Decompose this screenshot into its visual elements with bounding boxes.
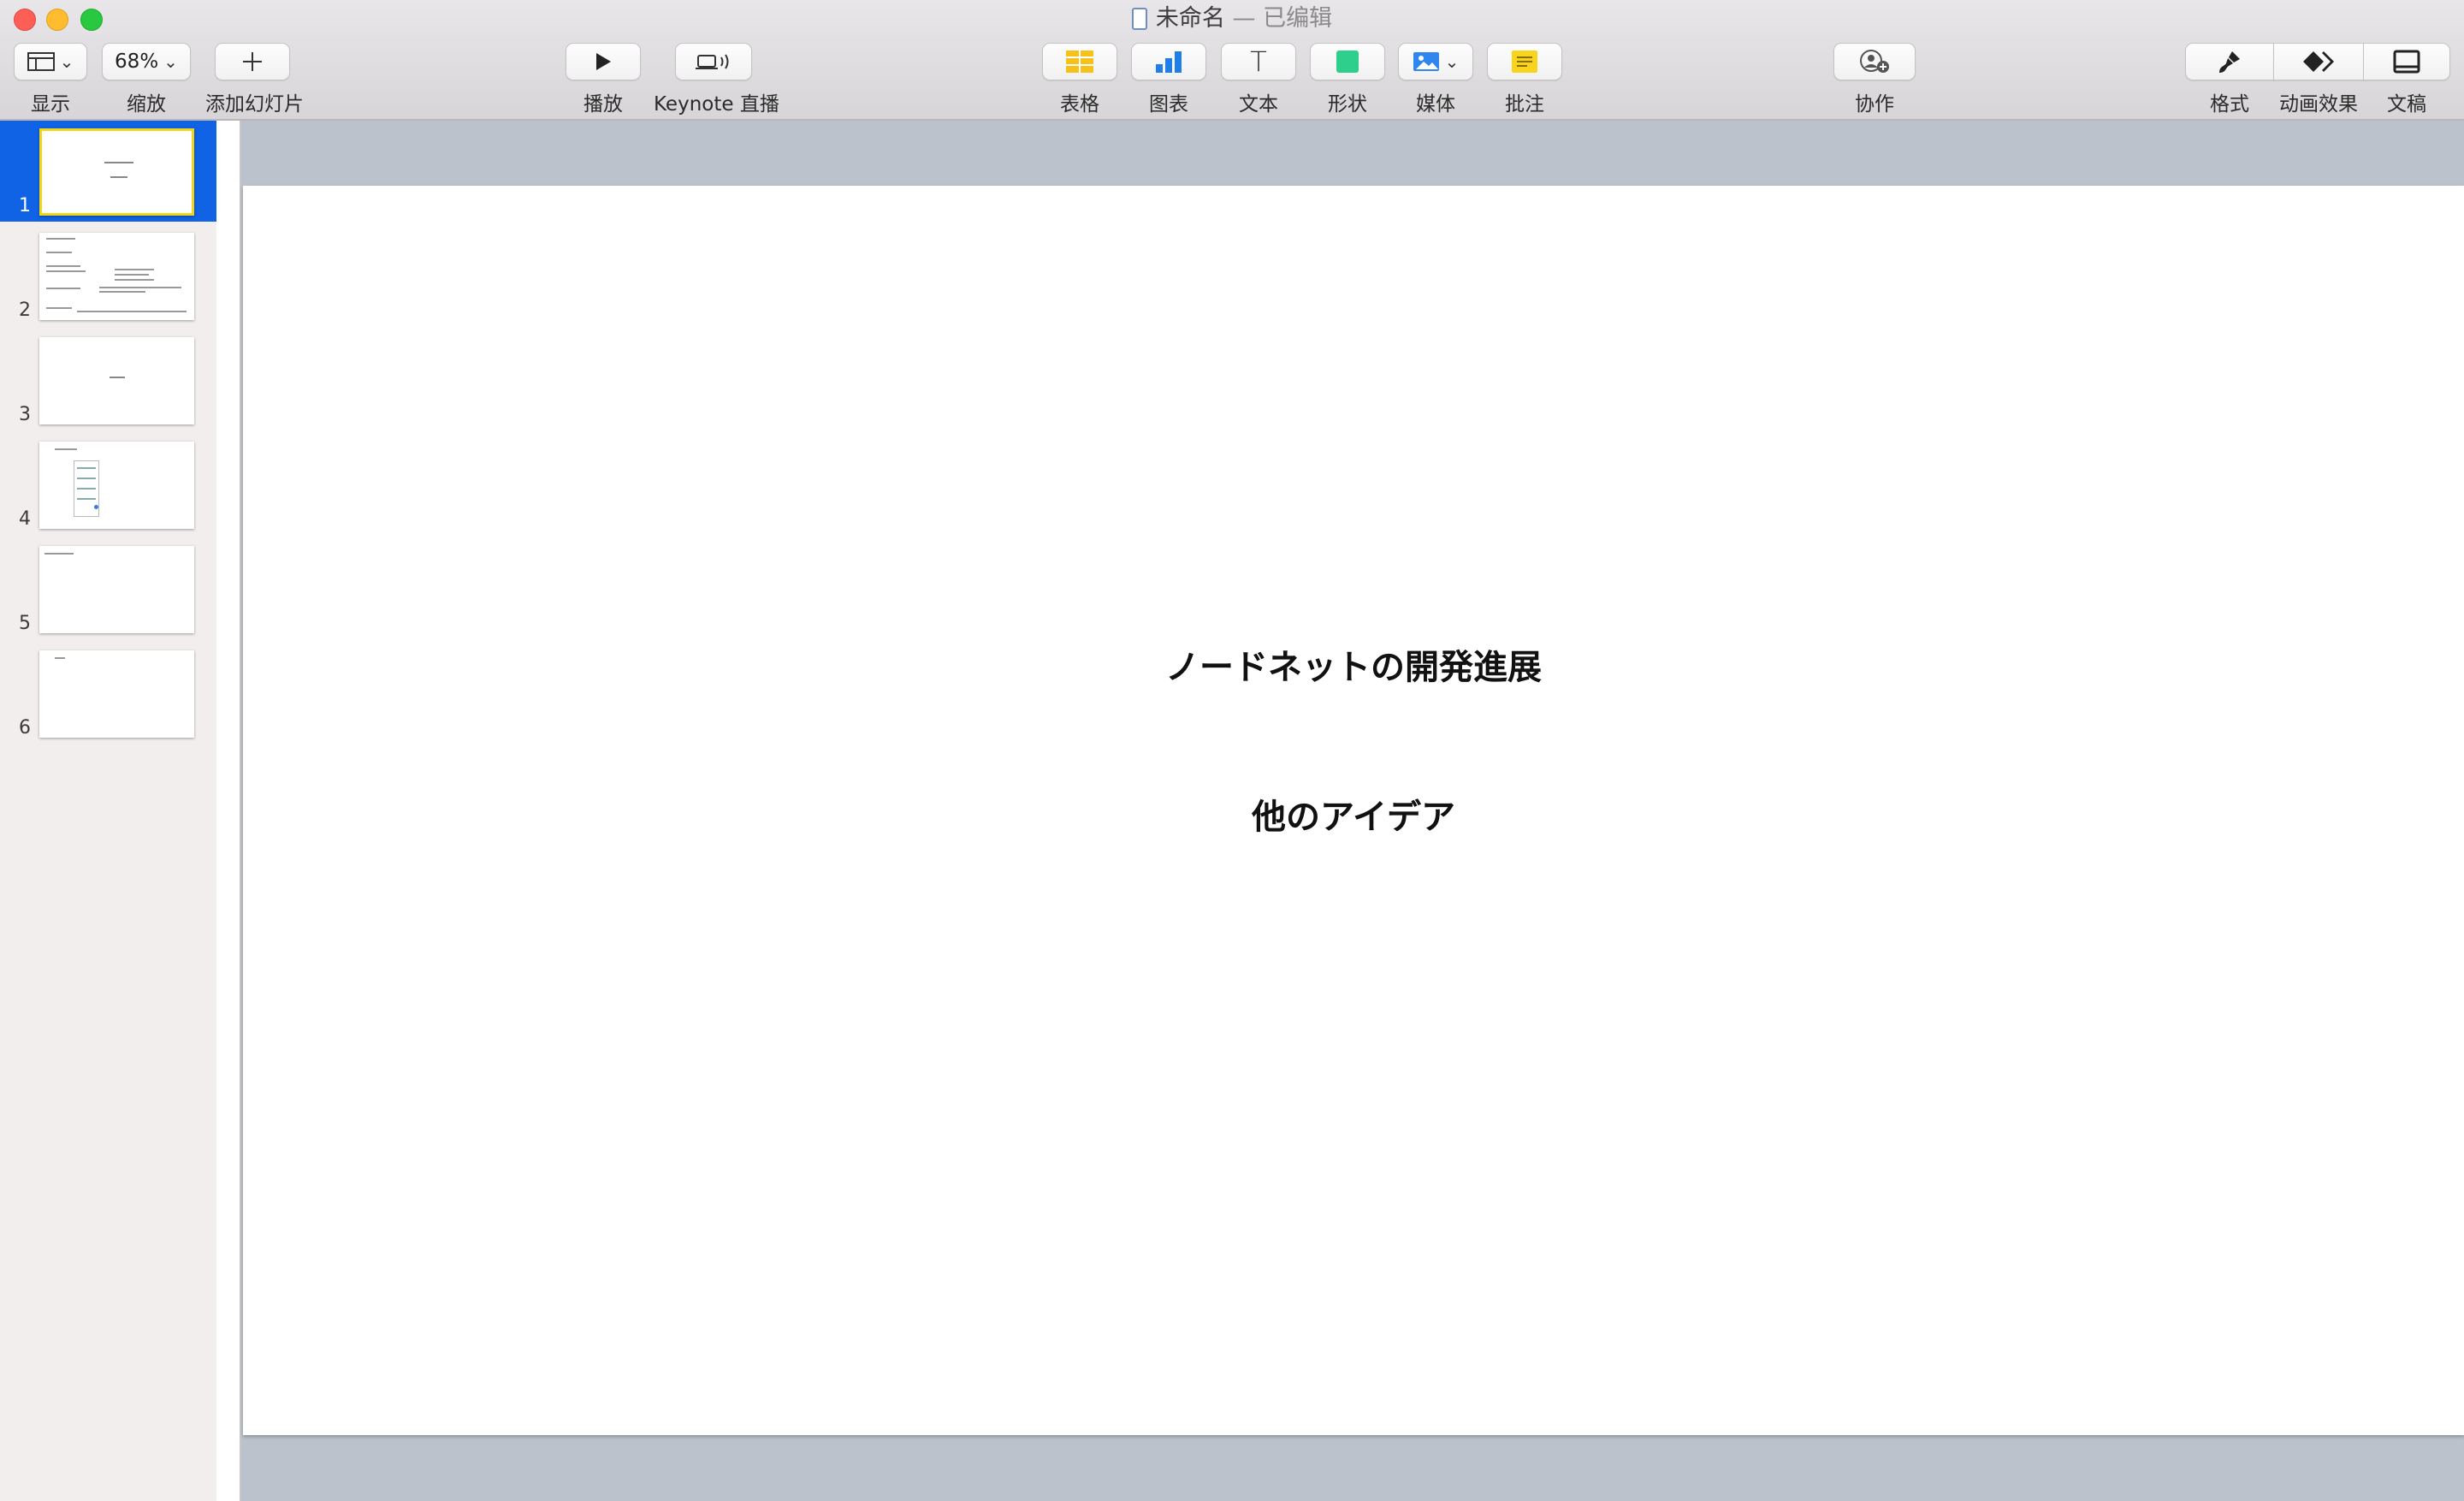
comment-label: 批注 bbox=[1505, 93, 1544, 116]
table-control[interactable]: 表格 bbox=[1042, 43, 1117, 116]
slide-number: 4 bbox=[19, 508, 31, 530]
zoom-value: 68% bbox=[115, 50, 159, 73]
play-button[interactable] bbox=[566, 43, 641, 80]
slide-thumbnail-3[interactable]: 3 bbox=[0, 329, 216, 430]
add-person-icon bbox=[1860, 50, 1889, 73]
format-button[interactable] bbox=[2185, 43, 2274, 80]
play-icon bbox=[596, 53, 611, 70]
collaborate-button[interactable] bbox=[1833, 43, 1916, 80]
document-name: 未命名 bbox=[1155, 5, 1225, 32]
slide-title[interactable]: ノードネットの開発進展 bbox=[243, 639, 2464, 689]
document-button[interactable] bbox=[2363, 43, 2450, 80]
table-icon bbox=[1066, 50, 1093, 73]
table-label: 表格 bbox=[1060, 93, 1099, 116]
view-control[interactable]: ⌄ 显示 bbox=[14, 43, 87, 116]
slide-number: 3 bbox=[19, 404, 31, 425]
diamond-icon bbox=[2303, 51, 2334, 72]
add-slide-label: 添加幻灯片 bbox=[205, 93, 304, 116]
thumbnail-image bbox=[39, 128, 194, 216]
keynote-document-icon bbox=[1131, 8, 1147, 30]
window-title: 未命名 — 已编辑 bbox=[0, 3, 2464, 34]
play-control[interactable]: 播放 bbox=[566, 43, 641, 116]
collaborate-control[interactable]: 协作 bbox=[1833, 43, 1916, 116]
animate-button[interactable] bbox=[2273, 43, 2364, 80]
text-button[interactable]: T bbox=[1221, 43, 1296, 80]
thumbnail-image bbox=[39, 337, 194, 424]
text-label: 文本 bbox=[1239, 93, 1278, 116]
slide-number: 2 bbox=[19, 300, 31, 321]
bar-chart-icon bbox=[1156, 51, 1182, 73]
keynote-live-button[interactable] bbox=[675, 43, 752, 80]
broadcast-icon bbox=[696, 54, 729, 69]
shape-control[interactable]: 形状 bbox=[1310, 43, 1385, 116]
document-control[interactable]: 文稿 bbox=[2363, 43, 2450, 116]
table-button[interactable] bbox=[1042, 43, 1117, 80]
collaborate-label: 协作 bbox=[1855, 93, 1894, 116]
current-slide[interactable]: ノードネットの開発進展 他のアイデア bbox=[243, 186, 2464, 1435]
zoom-label: 缩放 bbox=[127, 93, 166, 116]
format-label: 格式 bbox=[2210, 93, 2249, 116]
keynote-live-control[interactable]: Keynote 直播 bbox=[654, 43, 779, 116]
keynote-live-label: Keynote 直播 bbox=[654, 93, 779, 116]
slide-subtitle[interactable]: 他のアイデア bbox=[243, 789, 2464, 839]
animate-control[interactable]: 动画效果 bbox=[2273, 43, 2364, 116]
thumbnail-image bbox=[39, 442, 194, 529]
chart-label: 图表 bbox=[1149, 93, 1188, 116]
thumbnail-image bbox=[39, 233, 194, 320]
shape-label: 形状 bbox=[1328, 93, 1367, 116]
format-control[interactable]: 格式 bbox=[2185, 43, 2274, 116]
slide-canvas[interactable]: ノードネットの開発進展 他のアイデア bbox=[241, 121, 2464, 1501]
note-icon bbox=[1512, 50, 1537, 73]
document-label: 文稿 bbox=[2387, 93, 2426, 116]
animate-label: 动画效果 bbox=[2279, 93, 2358, 116]
zoom-control[interactable]: 68% ⌄ 缩放 bbox=[102, 43, 191, 116]
slide-thumbnail-4[interactable]: 4 bbox=[0, 434, 216, 535]
title-toolbar: 未命名 — 已编辑 ⌄ 显示 68% ⌄ 缩放 添加幻灯片 播放 Keynote… bbox=[0, 0, 2464, 121]
thumbnail-image bbox=[39, 546, 194, 633]
shape-button[interactable] bbox=[1310, 43, 1385, 80]
add-slide-control[interactable]: 添加幻灯片 bbox=[205, 43, 304, 116]
view-label: 显示 bbox=[31, 93, 70, 116]
add-slide-button[interactable] bbox=[215, 43, 290, 80]
slide-thumbnail-1[interactable]: 1 bbox=[0, 121, 216, 222]
edited-status: — 已编辑 bbox=[1232, 5, 1333, 32]
photo-icon bbox=[1413, 52, 1439, 71]
view-button[interactable]: ⌄ bbox=[14, 43, 87, 80]
play-label: 播放 bbox=[583, 93, 623, 116]
slide-number: 6 bbox=[19, 717, 31, 739]
comment-control[interactable]: 批注 bbox=[1487, 43, 1562, 116]
media-label: 媒体 bbox=[1416, 93, 1455, 116]
slide-thumbnail-5[interactable]: 5 bbox=[0, 538, 216, 639]
slide-thumbnail-2[interactable]: 2 bbox=[0, 225, 216, 326]
chevron-down-icon: ⌄ bbox=[163, 51, 178, 72]
media-button[interactable]: ⌄ bbox=[1398, 43, 1473, 80]
navigator-divider[interactable] bbox=[216, 121, 241, 1501]
slide-navigator: 1 2 3 4 5 6 bbox=[0, 121, 216, 1501]
sidebar-layout-icon bbox=[27, 52, 55, 71]
text-icon: T bbox=[1250, 45, 1267, 78]
zoom-button[interactable]: 68% ⌄ bbox=[102, 43, 191, 80]
slide-number: 1 bbox=[19, 195, 31, 217]
comment-button[interactable] bbox=[1487, 43, 1562, 80]
text-control[interactable]: T 文本 bbox=[1221, 43, 1296, 116]
paintbrush-icon bbox=[2219, 51, 2240, 73]
slide-thumbnail-6[interactable]: 6 bbox=[0, 643, 216, 744]
media-control[interactable]: ⌄ 媒体 bbox=[1398, 43, 1473, 116]
chart-control[interactable]: 图表 bbox=[1131, 43, 1206, 116]
square-icon bbox=[1336, 50, 1359, 73]
document-icon bbox=[2393, 50, 2420, 74]
plus-icon bbox=[243, 52, 262, 71]
chart-button[interactable] bbox=[1131, 43, 1206, 80]
slide-number: 5 bbox=[19, 613, 31, 634]
chevron-down-icon: ⌄ bbox=[1444, 51, 1460, 72]
thumbnail-image bbox=[39, 650, 194, 738]
chevron-down-icon: ⌄ bbox=[59, 51, 74, 72]
